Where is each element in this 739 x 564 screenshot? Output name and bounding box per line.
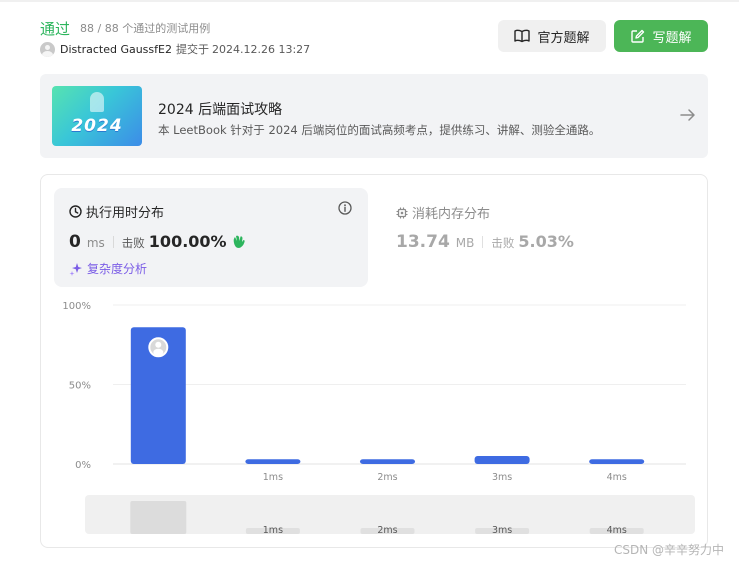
banner-image-text: 2024 <box>71 116 123 136</box>
leetbook-banner[interactable]: 2024 2024 后端面试攻略 本 LeetBook 针对于 2024 后端岗… <box>40 74 708 158</box>
avatar-head-shape <box>155 341 162 348</box>
submit-time: 2024.12.26 13:27 <box>211 42 311 56</box>
navigator-bar <box>130 501 187 534</box>
runtime-distribution-chart[interactable]: 100% 50% 0% 1ms 2ms 3ms 4ms 1ms 2ms 3ms 4ms <box>41 175 709 549</box>
chart-bar[interactable] <box>474 456 530 464</box>
chart-bar[interactable] <box>245 459 301 464</box>
top-divider <box>0 0 739 2</box>
author-name[interactable]: Distracted GaussfE2 <box>60 43 172 56</box>
x-tick-label: 4ms <box>607 472 627 483</box>
chart-bar[interactable] <box>589 459 645 464</box>
write-solution-label: 写题解 <box>652 30 692 46</box>
x-tick-label: 3ms <box>492 472 512 483</box>
navigator-label: 2ms <box>377 525 397 536</box>
y-tick-label: 0% <box>75 460 91 471</box>
y-tick-label: 50% <box>69 381 91 392</box>
x-tick-label: 2ms <box>377 472 397 483</box>
author-avatar[interactable] <box>40 41 55 57</box>
navigator-label: 3ms <box>492 525 512 536</box>
submission-status: 通过 <box>40 20 71 38</box>
navigator-label: 4ms <box>607 525 627 536</box>
performance-card: 执行用时分布 0 ms 击败 100.00% 复杂度分析 消耗内存分布 13.7… <box>40 174 708 548</box>
tests-passed-count: 88 / 88 个通过的测试用例 <box>80 22 211 35</box>
edit-icon <box>631 29 645 43</box>
navigator-label: 1ms <box>263 525 283 536</box>
watermark: CSDN @辛辛努力中 <box>614 543 725 557</box>
banner-image: 2024 <box>52 86 142 146</box>
chart-bar[interactable] <box>360 459 415 464</box>
rocket-illustration <box>90 92 104 112</box>
avatar-body-shape <box>153 348 164 356</box>
y-tick-label: 100% <box>62 301 91 312</box>
submit-label: 提交于 <box>175 43 209 56</box>
arrow-right-icon[interactable] <box>680 108 696 122</box>
banner-description: 本 LeetBook 针对于 2024 后端岗位的面试高频考点，提供练习、讲解、… <box>158 123 601 137</box>
write-solution-button[interactable]: 写题解 <box>614 20 708 52</box>
x-tick-label: 1ms <box>263 472 283 483</box>
official-solution-label: 官方题解 <box>537 30 590 46</box>
banner-title: 2024 后端面试攻略 <box>158 102 283 118</box>
author-row: Distracted GaussfE2 提交于 2024.12.26 13:27 <box>40 41 310 57</box>
book-open-icon <box>514 29 531 43</box>
official-solution-button[interactable]: 官方题解 <box>498 20 606 52</box>
